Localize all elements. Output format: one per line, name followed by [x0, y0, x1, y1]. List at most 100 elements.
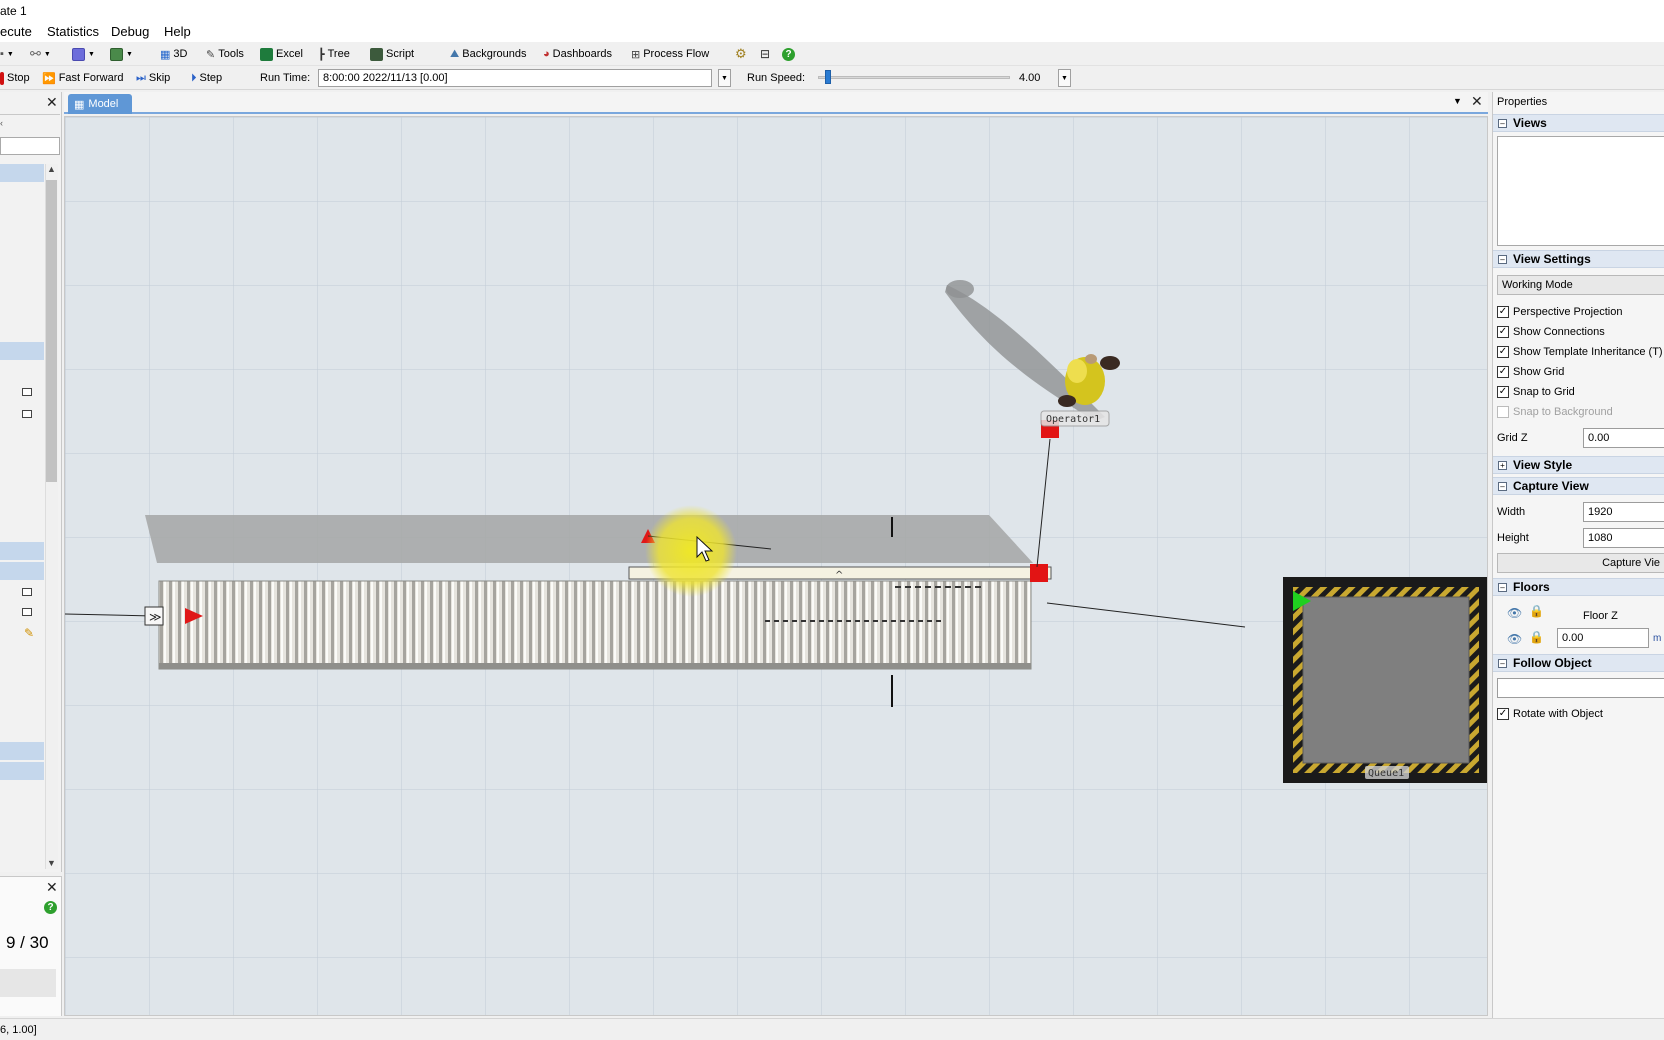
capture-view-button[interactable]: Capture Vie — [1497, 553, 1664, 573]
show-template-inheritance-checkbox[interactable]: ✓ Show Template Inheritance (T) — [1497, 346, 1663, 358]
run-toolbar: Stop ⏩ Fast Forward ⏭ Skip ⏵ Step Run Time:… — [0, 66, 1664, 90]
operator-label: Operator1 — [1046, 414, 1100, 425]
collapse-icon: – — [1498, 118, 1507, 128]
library-group-header[interactable] — [0, 742, 44, 760]
model-scene[interactable]: ≫ ^ Operator1 Queue1 — [65, 117, 1488, 1016]
run-speed-slider-thumb[interactable] — [824, 70, 831, 84]
lock-icon[interactable]: 🔒 — [1529, 604, 1544, 618]
run-speed-value: 4.00 — [1019, 72, 1041, 84]
run-time-dropdown[interactable]: ▼ — [718, 69, 731, 87]
grid-icon: ▦ — [160, 48, 171, 61]
backgrounds-icon: ⛰ — [450, 47, 460, 60]
chevron-down-icon: ▼ — [721, 75, 728, 82]
library-scrollbar-thumb[interactable] — [46, 180, 57, 482]
step-button[interactable]: ⏵ Step — [191, 70, 222, 86]
perspective-projection-checkbox[interactable]: ✓ Perspective Projection — [1497, 306, 1622, 318]
color-dropdown[interactable]: ▼ — [72, 46, 95, 62]
library-item-icon[interactable] — [22, 608, 32, 616]
edit-mode-dropdown[interactable]: ▪ ▼ — [0, 46, 14, 62]
model-3d-view[interactable]: ≫ ^ Operator1 Queue1 — [64, 116, 1488, 1016]
height-label: Height — [1497, 532, 1529, 544]
lock-icon[interactable]: 🔒 — [1529, 630, 1544, 644]
library-item-icon[interactable] — [22, 588, 32, 596]
run-time-field[interactable]: 8:00:00 2022/11/13 [0.00] — [318, 69, 712, 87]
floors-section-header[interactable]: – Floors — [1493, 578, 1664, 596]
floor-z-input[interactable]: 0.00 — [1557, 628, 1649, 648]
settings-button[interactable]: ⚙ — [735, 46, 747, 62]
views-list[interactable] — [1497, 136, 1664, 246]
views-section-header[interactable]: – Views — [1493, 114, 1664, 132]
view-style-section-header[interactable]: + View Style — [1493, 456, 1664, 474]
end-point-marker[interactable] — [1030, 564, 1048, 582]
snap-to-grid-checkbox[interactable]: ✓ Snap to Grid — [1497, 386, 1575, 398]
stop-button[interactable]: Stop — [0, 70, 30, 86]
skip-icon: ⏭ — [136, 71, 146, 84]
tutorial-nav-bar[interactable] — [0, 969, 56, 997]
tree-button[interactable]: ┣ Tree — [318, 46, 350, 62]
status-bar: 6, 1.00] — [0, 1018, 1664, 1040]
3d-button[interactable]: ▦ 3D — [160, 46, 187, 62]
run-speed-label: Run Speed: — [747, 72, 806, 84]
eye-icon[interactable]: 👁 — [1507, 606, 1522, 620]
chevron-up-icon: ^ — [835, 570, 843, 581]
library-group-header[interactable] — [0, 562, 44, 580]
run-speed-slider[interactable] — [818, 76, 1010, 79]
library-item-icon[interactable] — [22, 388, 32, 396]
close-icon[interactable]: ✕ — [46, 879, 58, 896]
help-icon[interactable]: ? — [44, 901, 57, 914]
display-dropdown[interactable]: ▼ — [110, 46, 133, 62]
library-group-header[interactable] — [0, 542, 44, 560]
capture-height-input[interactable]: 1080 — [1583, 528, 1664, 548]
floor-z-unit: m — [1653, 633, 1662, 644]
scroll-down-icon[interactable]: ▼ — [47, 858, 56, 868]
tab-list-dropdown[interactable]: ▼ — [1453, 96, 1462, 106]
process-flow-button[interactable]: ⊞ Process Flow — [631, 46, 709, 62]
eye-icon[interactable]: 👁 — [1507, 632, 1522, 646]
tab-model[interactable]: ▦ Model — [68, 94, 132, 114]
menu-execute[interactable]: ecute — [0, 24, 32, 39]
skip-button[interactable]: ⏭ Skip — [136, 70, 170, 86]
help-button[interactable]: ? — [782, 46, 795, 62]
menu-help[interactable]: Help — [164, 24, 191, 39]
scroll-up-icon[interactable]: ▲ — [47, 164, 56, 174]
menu-debug[interactable]: Debug — [111, 24, 149, 39]
library-group-header[interactable] — [0, 164, 44, 182]
view-settings-section-header[interactable]: – View Settings — [1493, 250, 1664, 268]
grid-z-input[interactable]: 0.00 — [1583, 428, 1664, 448]
working-mode-dropdown[interactable]: Working Mode — [1497, 275, 1664, 295]
library-search-input[interactable] — [0, 137, 60, 155]
library-group-header[interactable] — [0, 762, 44, 780]
excel-icon — [260, 47, 273, 61]
model-tree-button[interactable]: ⊟ — [760, 46, 770, 62]
fast-forward-button[interactable]: ⏩ Fast Forward — [42, 70, 124, 86]
close-icon[interactable]: ✕ — [46, 94, 58, 111]
library-group-header[interactable] — [0, 342, 44, 360]
script-button[interactable]: Script — [370, 46, 414, 62]
connect-dropdown[interactable]: ⚯ ▼ — [30, 46, 51, 62]
tools-button[interactable]: ✎ Tools — [206, 46, 244, 62]
library-item-icon[interactable] — [22, 410, 32, 418]
run-speed-dropdown[interactable]: ▼ — [1058, 69, 1071, 87]
show-grid-checkbox[interactable]: ✓ Show Grid — [1497, 366, 1564, 378]
follow-object-input[interactable] — [1497, 678, 1664, 698]
panel-tab-fragment[interactable]: ‹ — [0, 118, 6, 132]
script-icon — [370, 47, 383, 61]
floor-z-label: Floor Z — [1583, 610, 1618, 622]
snap-to-background-checkbox[interactable]: Snap to Background — [1497, 406, 1613, 418]
entry-arrow-icon: ≫ — [149, 610, 162, 624]
rotate-with-object-checkbox[interactable]: ✓ Rotate with Object — [1497, 708, 1603, 720]
follow-object-section-header[interactable]: – Follow Object — [1493, 654, 1664, 672]
width-label: Width — [1497, 506, 1526, 518]
pencil-icon[interactable]: ✎ — [24, 626, 34, 640]
close-icon[interactable]: ✕ — [1471, 93, 1483, 110]
backgrounds-button[interactable]: ⛰ Backgrounds — [450, 46, 526, 62]
menu-statistics[interactable]: Statistics — [47, 24, 99, 39]
conveyor[interactable] — [158, 580, 1032, 670]
grid-z-label: Grid Z — [1497, 432, 1528, 444]
show-connections-checkbox[interactable]: ✓ Show Connections — [1497, 326, 1605, 338]
excel-button[interactable]: Excel — [260, 46, 303, 62]
capture-width-input[interactable]: 1920 — [1583, 502, 1664, 522]
tree-icon: ┣ — [318, 48, 325, 61]
capture-view-section-header[interactable]: – Capture View — [1493, 477, 1664, 495]
dashboards-button[interactable]: ◕ Dashboards — [543, 46, 612, 62]
